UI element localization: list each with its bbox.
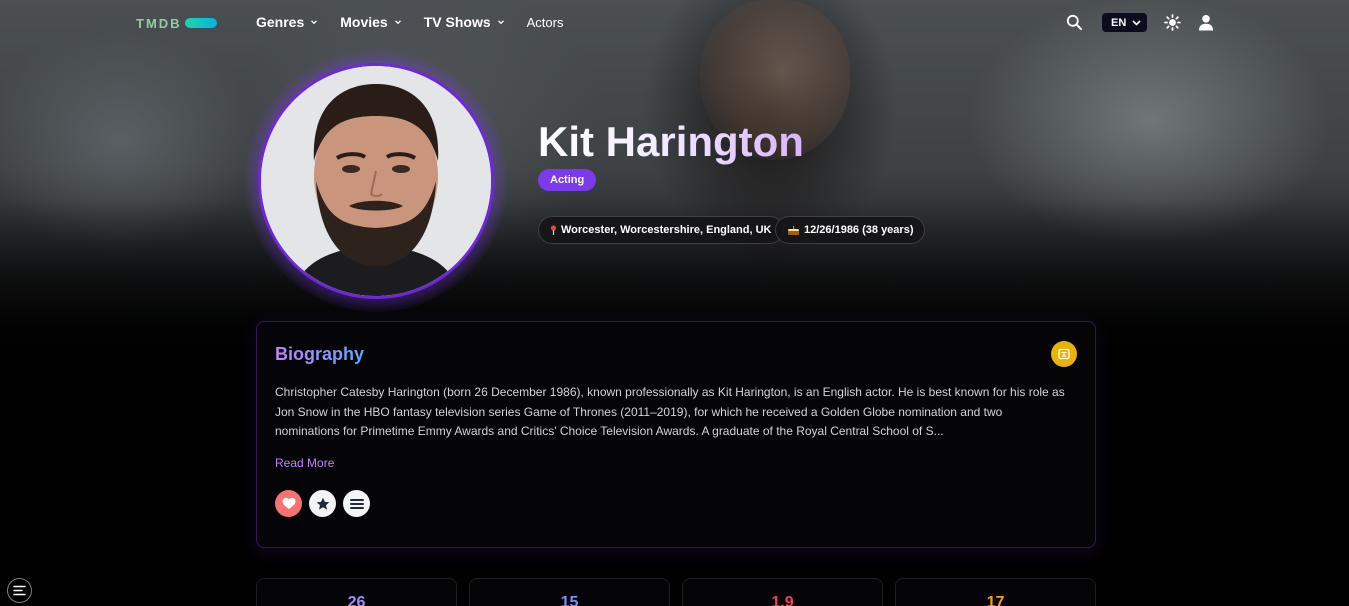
biography-title: Biography [275, 344, 365, 364]
rate-button[interactable] [309, 490, 336, 517]
logo-text: TMDB [136, 15, 182, 31]
cake-icon [788, 225, 799, 235]
translate-icon [1058, 348, 1070, 360]
theme-toggle-icon[interactable] [1164, 14, 1181, 36]
department-badge: Acting [538, 169, 597, 191]
stat-card: 26 [256, 578, 457, 606]
chevron-down-icon [394, 20, 401, 25]
action-buttons [275, 490, 370, 517]
birthday-chip: 12/26/1986 (38 years) [775, 216, 926, 244]
nav-movies[interactable]: Movies [340, 14, 401, 30]
language-label: EN [1111, 16, 1127, 29]
stat-card: 17 [895, 578, 1096, 606]
birthday-text: 12/26/1986 (38 years) [804, 224, 914, 236]
chevron-down-icon [1132, 20, 1141, 26]
logo-pill [184, 18, 217, 28]
stat-card: 15 [469, 578, 670, 606]
user-icon[interactable] [1198, 14, 1214, 36]
language-select[interactable]: EN [1102, 13, 1147, 32]
list-icon [349, 498, 364, 509]
stat-value: 15 [560, 594, 579, 606]
tmdb-logo[interactable]: TMDB [136, 15, 217, 31]
portrait-image [261, 66, 491, 296]
nav-tv-shows-label: TV Shows [423, 14, 491, 30]
biography-card: Biography Christopher Catesby Harington … [256, 321, 1096, 548]
main-nav: Genres Movies TV Shows Actors [256, 14, 585, 30]
nav-actors[interactable]: Actors [527, 14, 564, 30]
nav-tv-shows[interactable]: TV Shows [424, 14, 505, 30]
chevron-down-icon [497, 20, 504, 25]
stat-value: 17 [986, 594, 1005, 606]
star-icon [316, 497, 329, 510]
nav-movies-label: Movies [340, 14, 388, 30]
stat-card: 1.9 [682, 578, 883, 606]
floating-menu-button[interactable] [7, 578, 32, 603]
birthplace-text: Worcester, Worcestershire, England, UK [561, 224, 772, 236]
biography-text: Christopher Catesby Harington (born 26 D… [275, 385, 1065, 438]
chevron-down-icon [311, 20, 318, 25]
stat-value: 1.9 [771, 594, 794, 606]
top-header: TMDB Genres Movies TV Shows Actors EN [0, 0, 1349, 46]
stat-value: 26 [347, 594, 366, 606]
nav-actors-label: Actors [526, 14, 564, 30]
add-to-list-button[interactable] [343, 490, 370, 517]
heart-icon [282, 497, 295, 509]
menu-icon [13, 585, 26, 596]
nav-genres-label: Genres [256, 14, 305, 30]
favorite-button[interactable] [275, 490, 302, 517]
birthplace-chip: Worcester, Worcestershire, England, UK [538, 216, 784, 244]
profile-photo [258, 63, 494, 299]
nav-genres[interactable]: Genres [256, 14, 318, 30]
translate-button[interactable] [1051, 341, 1077, 367]
read-more-link[interactable]: Read More [275, 456, 334, 470]
person-name: Kit Harington [538, 118, 804, 165]
pin-icon [550, 225, 557, 235]
search-icon[interactable] [1066, 14, 1083, 36]
